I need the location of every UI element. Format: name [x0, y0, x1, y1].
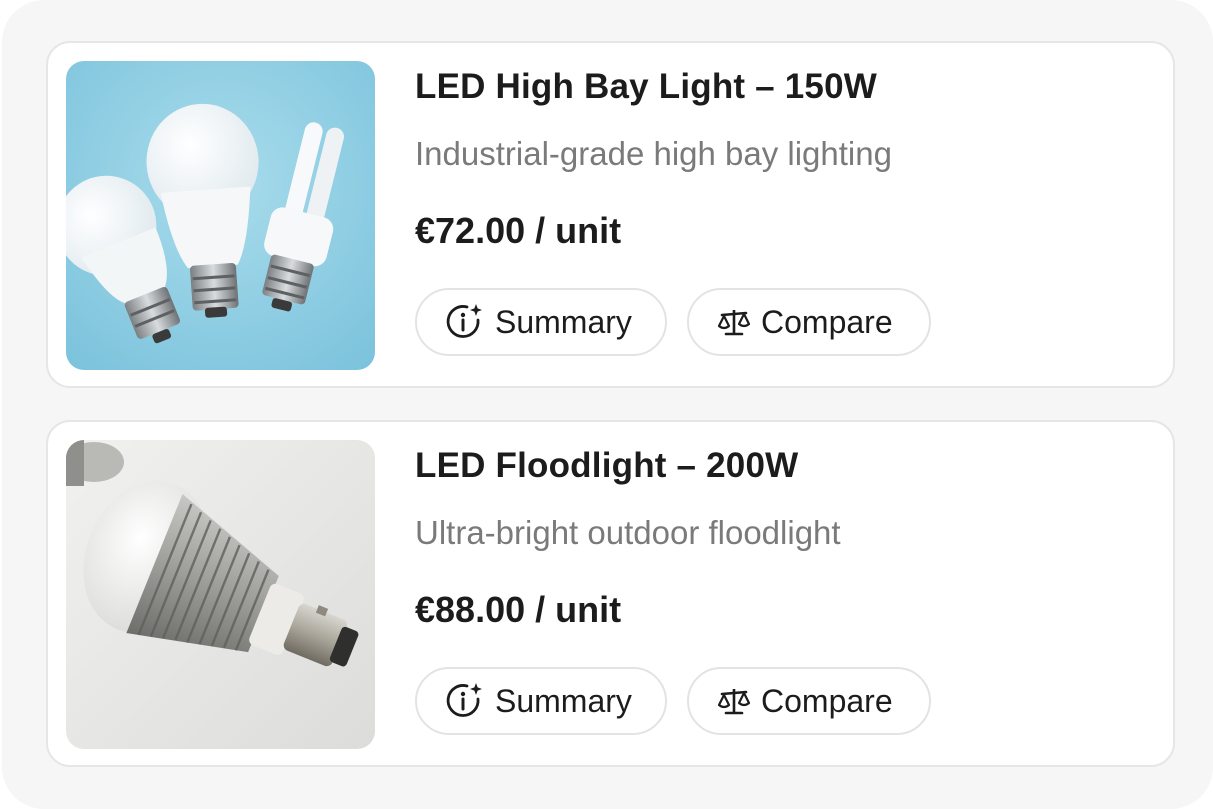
compare-label: Compare: [761, 303, 893, 340]
compare-label: Compare: [761, 682, 893, 719]
product-title[interactable]: LED Floodlight – 200W: [415, 446, 798, 486]
info-sparkle-icon: [445, 302, 485, 342]
compare-button[interactable]: Compare: [687, 667, 931, 735]
product-card[interactable]: LED High Bay Light – 150W Industrial-gra…: [46, 41, 1175, 388]
product-image[interactable]: [66, 61, 375, 370]
product-price: €72.00 / unit: [415, 210, 622, 251]
info-sparkle-icon: [445, 681, 485, 721]
product-list-panel: LED High Bay Light – 150W Industrial-gra…: [2, 0, 1213, 809]
product-image[interactable]: [66, 440, 375, 749]
product-price: €88.00 / unit: [415, 589, 622, 630]
summary-label: Summary: [495, 682, 632, 719]
bulbs-on-blue-photo: [66, 61, 375, 370]
scale-icon: [717, 684, 751, 718]
summary-button[interactable]: Summary: [415, 667, 667, 735]
product-subtitle: Industrial-grade high bay lighting: [415, 135, 892, 172]
product-card[interactable]: LED Floodlight – 200W Ultra-bright outdo…: [46, 420, 1175, 767]
scale-icon: [717, 305, 751, 339]
led-bulb-photo: [66, 440, 375, 749]
compare-button[interactable]: Compare: [687, 288, 931, 356]
summary-button[interactable]: Summary: [415, 288, 667, 356]
product-subtitle: Ultra-bright outdoor floodlight: [415, 514, 841, 551]
product-title[interactable]: LED High Bay Light – 150W: [415, 67, 877, 107]
summary-label: Summary: [495, 303, 632, 340]
